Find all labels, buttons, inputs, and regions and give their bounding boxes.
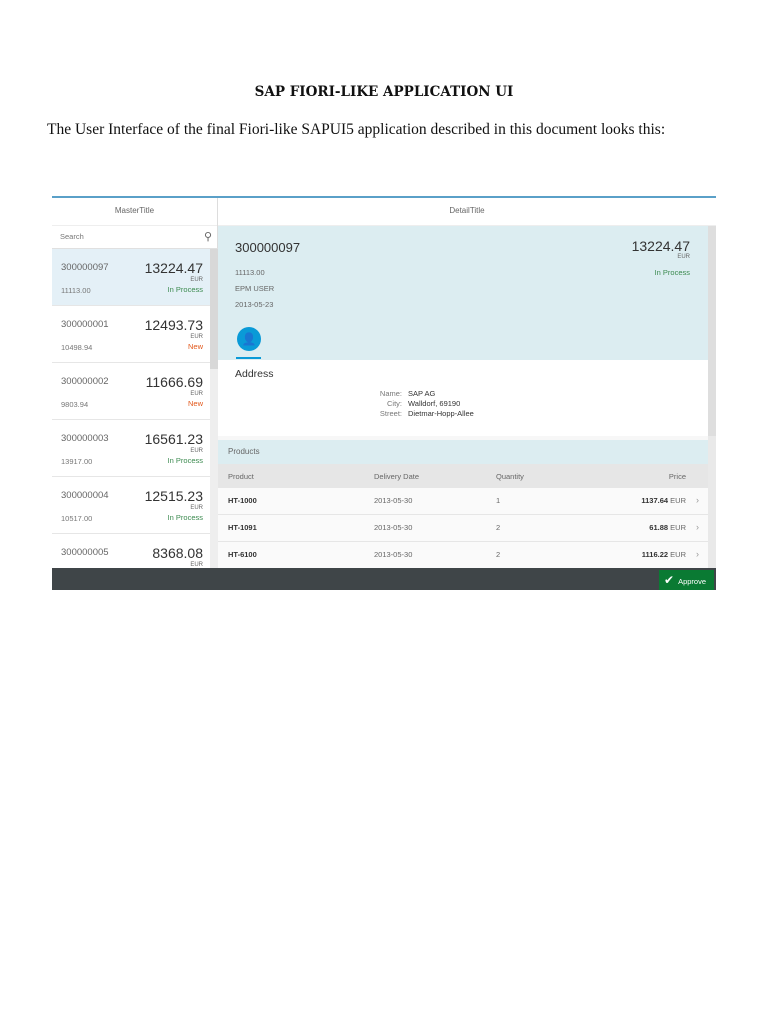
search-icon[interactable]: ⚲ — [204, 230, 212, 243]
master-title: MasterTitle — [52, 198, 217, 226]
object-currency: EUR — [677, 254, 690, 260]
checkmark-icon: ✔ — [664, 573, 675, 587]
detail-title: DetailTitle — [218, 198, 716, 226]
approve-label: Approve — [678, 577, 706, 586]
search-placeholder: Search — [60, 232, 84, 241]
object-attribute: EPM USER — [235, 284, 275, 293]
item-attribute: 10517.00 — [61, 514, 93, 523]
item-attribute: 9803.94 — [61, 400, 89, 409]
item-amount: 13224.47 — [144, 260, 203, 276]
object-status: In Process — [654, 268, 690, 277]
object-header: 300000097 11113.00 EPM USER 2013-05-23 1… — [218, 226, 708, 360]
item-currency: EUR — [190, 277, 203, 283]
product-cell: HT-1091 — [228, 523, 257, 532]
item-currency: EUR — [190, 334, 203, 340]
quantity-cell: 1 — [496, 496, 501, 505]
detail-pane: DetailTitle 300000097 11113.00 EPM USER … — [218, 198, 716, 569]
master-list-item[interactable]: 300000004 12515.23 EUR 10517.00 In Proce… — [52, 477, 210, 534]
street-value: Dietmar-Hopp-Allee — [408, 409, 474, 418]
name-label: Name: — [379, 389, 402, 398]
document-paragraph: The User Interface of the final Fiori-li… — [47, 121, 666, 138]
footer-toolbar: ✔ Approve — [52, 568, 716, 590]
item-id: 300000002 — [61, 376, 109, 387]
date-cell: 2013-05-30 — [374, 496, 413, 505]
address-section: Address Name: SAP AG City: Walldorf, 69190… — [218, 360, 708, 436]
name-value: SAP AG — [408, 389, 436, 398]
master-pane: MasterTitle Search ⚲ 300000097 13224.47 … — [52, 198, 218, 590]
master-scrollbar[interactable] — [210, 249, 218, 568]
master-list-item[interactable]: 300000097 13224.47 EUR 11113.00 In Proce… — [52, 249, 210, 306]
quantity-cell: 2 — [496, 550, 501, 559]
object-number: 13224.47 — [631, 238, 690, 254]
quantity-cell: 2 — [496, 523, 501, 532]
column-header: Delivery Date — [374, 472, 420, 481]
item-currency: EUR — [190, 448, 203, 454]
item-id: 300000004 — [61, 490, 109, 501]
item-amount: 16561.23 — [144, 431, 203, 447]
date-cell: 2013-05-30 — [374, 550, 413, 559]
master-list-item[interactable]: 300000003 16561.23 EUR 13917.00 In Proce… — [52, 420, 210, 477]
approve-button[interactable]: ✔ Approve — [659, 570, 714, 590]
object-attribute: 11113.00 — [235, 268, 265, 277]
item-id: 300000001 — [61, 319, 109, 330]
tab-selected-indicator — [236, 357, 261, 359]
item-status: In Process — [167, 513, 203, 522]
item-amount: 11666.69 — [145, 374, 203, 390]
item-id: 300000005 — [61, 547, 109, 558]
city-value: Walldorf, 69190 — [408, 399, 461, 408]
date-cell: 2013-05-30 — [374, 523, 413, 532]
item-amount: 12515.23 — [144, 488, 203, 504]
object-title: 300000097 — [235, 240, 301, 255]
price-value: 1137.64 — [641, 496, 669, 505]
product-cell: HT-1000 — [228, 496, 257, 505]
item-attribute: 10498.94 — [61, 343, 93, 352]
column-header: Product — [228, 472, 254, 481]
price-cell: 1116.22 EUR — [642, 550, 686, 559]
table-row[interactable]: HT-6100 2013-05-30 2 1116.22 EUR › — [218, 542, 708, 569]
chevron-right-icon[interactable]: › — [696, 495, 699, 505]
column-header: Price — [668, 472, 686, 481]
item-amount: 12493.73 — [144, 317, 203, 333]
product-cell: HT-6100 — [228, 550, 257, 559]
object-attribute: 2013-05-23 — [235, 300, 274, 309]
search-input[interactable]: Search ⚲ — [52, 226, 218, 249]
chevron-right-icon[interactable]: › — [696, 549, 699, 559]
item-amount: 8368.08 — [152, 545, 203, 561]
item-status: New — [187, 342, 203, 351]
item-status: In Process — [167, 456, 203, 465]
item-id: 300000097 — [61, 262, 109, 273]
item-currency: EUR — [190, 391, 203, 397]
street-label: Street: — [379, 409, 402, 418]
item-status: New — [187, 399, 203, 408]
price-value: 1116.22 — [641, 550, 669, 559]
item-currency: EUR — [190, 505, 203, 511]
column-header: Quantity — [496, 472, 524, 481]
price-cell: 61.88 EUR — [649, 523, 686, 532]
table-row[interactable]: HT-1091 2013-05-30 2 61.88 EUR › — [218, 515, 708, 542]
price-currency: EUR — [670, 523, 686, 532]
price-value: 61.88 — [649, 523, 669, 532]
table-row[interactable]: HT-1000 2013-05-30 1 1137.64 EUR › — [218, 488, 708, 515]
products-title: Products — [218, 440, 708, 464]
address-heading: Address — [235, 368, 274, 380]
price-currency: EUR — [670, 550, 686, 559]
master-list-item[interactable]: 300000001 12493.73 EUR 10498.94 New — [52, 306, 210, 363]
table-header: Product Delivery Date Quantity Price — [218, 464, 708, 488]
item-attribute: 13917.00 — [61, 457, 93, 466]
item-id: 300000003 — [61, 433, 109, 444]
person-icon[interactable]: 👤 — [237, 327, 261, 351]
price-currency: EUR — [670, 496, 686, 505]
item-status: In Process — [167, 285, 203, 294]
item-attribute: 11113.00 — [61, 286, 91, 295]
city-label: City: — [387, 399, 402, 408]
document-title: SAP FIORI-LIKE APPLICATION UI — [254, 84, 514, 100]
app-screenshot: MasterTitle Search ⚲ 300000097 13224.47 … — [52, 196, 716, 590]
chevron-right-icon[interactable]: › — [696, 522, 699, 532]
detail-scrollbar[interactable] — [708, 226, 716, 568]
master-list-item[interactable]: 300000002 11666.69 EUR 9803.94 New — [52, 363, 210, 420]
price-cell: 1137.64 EUR — [641, 496, 686, 505]
